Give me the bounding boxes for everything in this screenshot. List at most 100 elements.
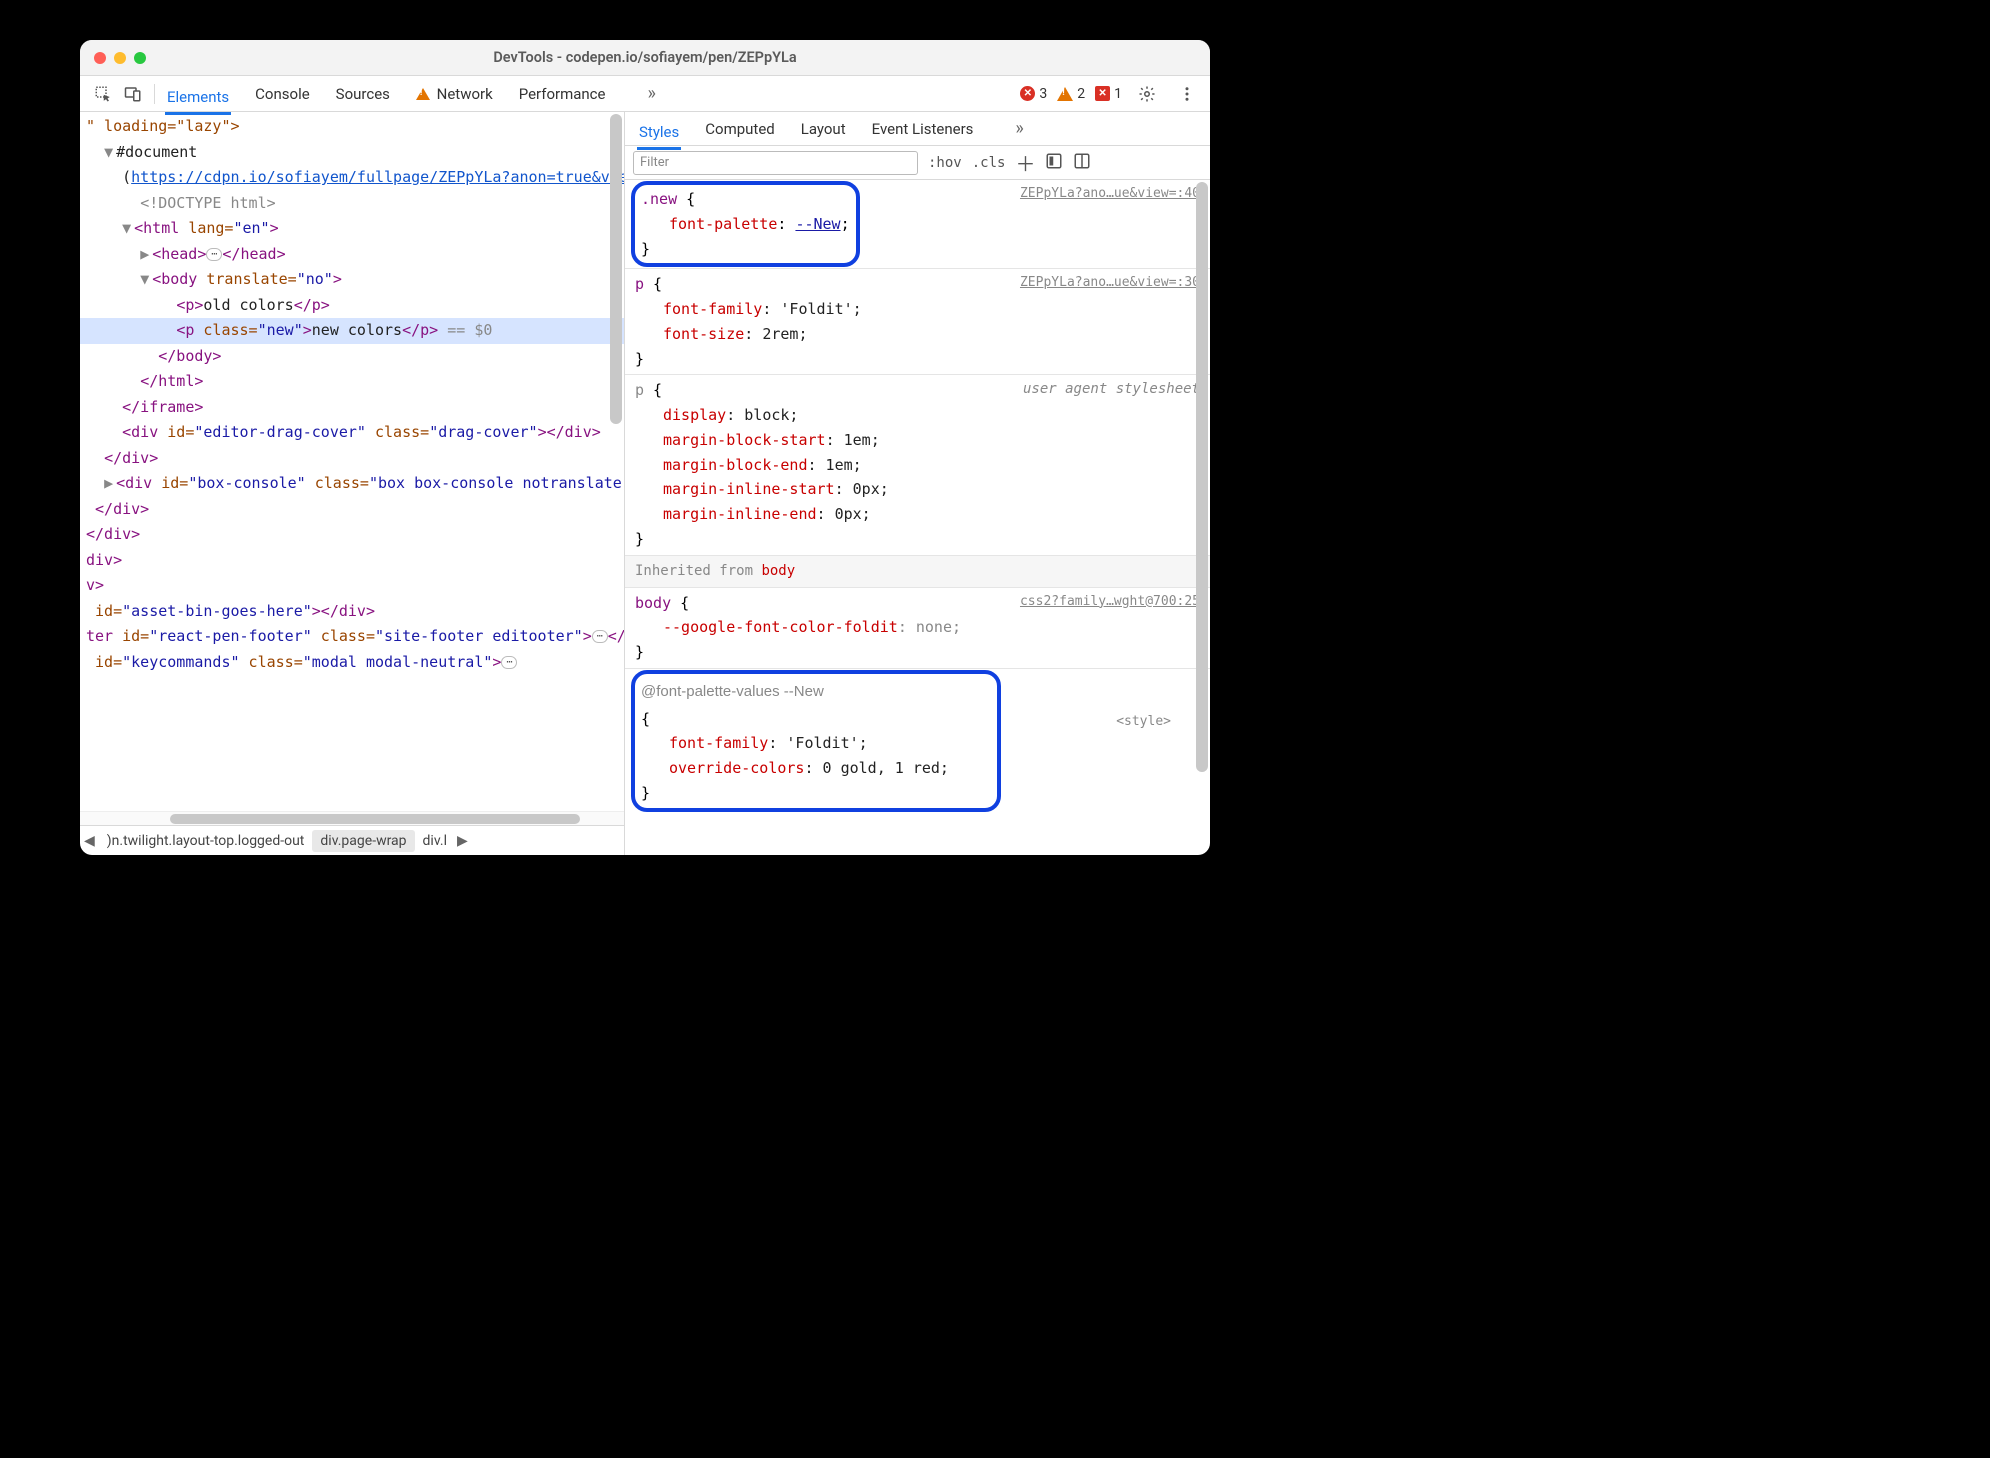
dom-tag[interactable]: id=: [86, 653, 122, 671]
dom-node[interactable]: #document: [116, 143, 197, 161]
tab-console[interactable]: Console: [253, 79, 312, 109]
inspect-element-icon[interactable]: [92, 83, 114, 105]
selected-dom-node[interactable]: <p class="new">new colors</p> == $0: [80, 318, 624, 344]
ellipsis-icon[interactable]: ⋯: [501, 656, 517, 669]
minimize-icon[interactable]: [114, 52, 126, 64]
style-rule[interactable]: @font-palette-values --New <style> { fon…: [625, 669, 1210, 813]
breadcrumb-item[interactable]: div.page-wrap: [312, 830, 414, 852]
dom-tag[interactable]: id=: [86, 602, 122, 620]
sidetab-styles[interactable]: Styles: [637, 117, 681, 150]
error-counter[interactable]: ✕3: [1020, 86, 1047, 102]
scrollbar-vertical[interactable]: [1196, 182, 1208, 772]
flexbox-editor-icon[interactable]: [1045, 152, 1063, 174]
rule-source-link[interactable]: css2?family…wght@700:25: [1020, 591, 1200, 612]
dom-tree[interactable]: " loading="lazy"> ▼#document (https://cd…: [80, 112, 624, 811]
dom-tag[interactable]: </div>: [86, 525, 140, 543]
css-property[interactable]: margin-block-start: [663, 431, 826, 449]
style-rule[interactable]: ZEPpYLa?ano…ue&view=:40 .new { font-pale…: [625, 180, 1210, 269]
selector[interactable]: p: [635, 275, 644, 293]
more-tabs-icon[interactable]: »: [648, 83, 656, 104]
css-value[interactable]: : 0 gold, 1 red;: [804, 759, 949, 777]
css-value[interactable]: : none;: [898, 618, 961, 636]
css-value[interactable]: : 1em;: [826, 431, 880, 449]
rule-source-link[interactable]: ZEPpYLa?ano…ue&view=:30: [1020, 272, 1200, 293]
sidetab-layout[interactable]: Layout: [799, 114, 848, 144]
kebab-menu-icon[interactable]: [1176, 83, 1198, 105]
device-toggle-icon[interactable]: [122, 83, 144, 105]
dom-tag[interactable]: <body: [152, 270, 206, 288]
style-rule[interactable]: ZEPpYLa?ano…ue&view=:30 p { font-family:…: [625, 269, 1210, 375]
dom-tag[interactable]: </div>: [104, 449, 158, 467]
ellipsis-icon[interactable]: ⋯: [592, 630, 608, 643]
css-property[interactable]: margin-inline-end: [663, 505, 817, 523]
css-value-link[interactable]: --New: [795, 215, 840, 233]
warning-counter[interactable]: !2: [1057, 86, 1085, 102]
styles-rules[interactable]: ZEPpYLa?ano…ue&view=:40 .new { font-pale…: [625, 180, 1210, 855]
css-property[interactable]: override-colors: [669, 759, 804, 777]
selector[interactable]: body: [635, 594, 671, 612]
dom-tag[interactable]: <div: [116, 474, 161, 492]
dom-tag[interactable]: div>: [86, 551, 122, 569]
rule-source-link[interactable]: ZEPpYLa?ano…ue&view=:40: [1020, 183, 1200, 204]
css-property[interactable]: --google-font-color-foldit: [663, 618, 898, 636]
styles-filter-input[interactable]: Filter: [633, 151, 918, 175]
at-rule-title[interactable]: @font-palette-values --New: [641, 676, 991, 707]
new-rule-icon[interactable]: ＋: [1015, 148, 1035, 177]
sidetab-event-listeners[interactable]: Event Listeners: [870, 114, 976, 144]
css-value[interactable]: : block;: [726, 406, 798, 424]
css-value[interactable]: : 0px;: [817, 505, 871, 523]
dom-tag[interactable]: <html: [134, 219, 188, 237]
breadcrumb-scroll-left[interactable]: ◀: [84, 833, 95, 849]
style-rule[interactable]: user agent stylesheet p { display: block…: [625, 375, 1210, 555]
dom-tag[interactable]: v>: [86, 576, 104, 594]
dom-tag[interactable]: <head>: [152, 245, 206, 263]
sidetab-computed[interactable]: Computed: [703, 114, 777, 144]
dom-tag[interactable]: <p>: [176, 296, 203, 314]
dom-tag[interactable]: ter: [86, 627, 122, 645]
css-property[interactable]: display: [663, 406, 726, 424]
rule-source-link[interactable]: <style>: [1116, 711, 1171, 732]
tab-network-label: Network: [437, 85, 493, 103]
dom-node[interactable]: " loading="lazy">: [86, 117, 240, 135]
dom-tag[interactable]: </body>: [158, 347, 221, 365]
more-sidetabs-icon[interactable]: »: [1015, 118, 1023, 139]
tab-performance[interactable]: Performance: [517, 79, 608, 109]
css-value[interactable]: : 1em;: [808, 456, 862, 474]
computed-panel-icon[interactable]: [1073, 152, 1091, 174]
scrollbar-vertical[interactable]: [610, 114, 622, 424]
css-property[interactable]: font-family: [663, 300, 762, 318]
css-property[interactable]: font-family: [669, 734, 768, 752]
selector[interactable]: p: [635, 381, 644, 399]
css-value[interactable]: : 'Foldit';: [762, 300, 861, 318]
zoom-icon[interactable]: [134, 52, 146, 64]
iframe-src-link[interactable]: https://cdpn.io/sofiayem/fullpage/ZEPpYL…: [131, 168, 624, 186]
css-property[interactable]: font-size: [663, 325, 744, 343]
issues-counter[interactable]: ✕1: [1095, 86, 1122, 102]
cls-toggle[interactable]: .cls: [972, 155, 1006, 171]
css-value[interactable]: : 2rem;: [744, 325, 807, 343]
breadcrumb-item[interactable]: )n.twilight.layout-top.logged-out: [99, 830, 313, 852]
breadcrumb-item[interactable]: div.l: [415, 830, 455, 852]
tab-network[interactable]: ! Network: [414, 79, 495, 109]
settings-icon[interactable]: [1136, 83, 1158, 105]
dom-tag[interactable]: </iframe>: [122, 398, 203, 416]
tab-sources[interactable]: Sources: [334, 79, 392, 109]
style-rule[interactable]: css2?family…wght@700:25 body { --google-…: [625, 588, 1210, 669]
breadcrumb-scroll-right[interactable]: ▶: [457, 833, 468, 849]
selector[interactable]: .new: [641, 190, 677, 208]
tab-elements[interactable]: Elements: [165, 82, 231, 115]
css-property[interactable]: margin-inline-start: [663, 480, 835, 498]
hov-toggle[interactable]: :hov: [928, 155, 962, 171]
css-value[interactable]: : 'Foldit';: [768, 734, 867, 752]
dom-tag[interactable]: </html>: [140, 372, 203, 390]
css-property[interactable]: font-palette: [669, 215, 777, 233]
scrollbar-horizontal[interactable]: [80, 811, 624, 825]
dom-tag[interactable]: </div>: [95, 500, 149, 518]
dom-tag[interactable]: <div: [122, 423, 167, 441]
css-property[interactable]: margin-block-end: [663, 456, 808, 474]
dom-breadcrumbs[interactable]: ◀ )n.twilight.layout-top.logged-out div.…: [80, 825, 624, 855]
css-value[interactable]: : 0px;: [835, 480, 889, 498]
dom-doctype[interactable]: <!DOCTYPE html>: [140, 194, 275, 212]
ellipsis-icon[interactable]: ⋯: [206, 248, 222, 261]
close-icon[interactable]: [94, 52, 106, 64]
